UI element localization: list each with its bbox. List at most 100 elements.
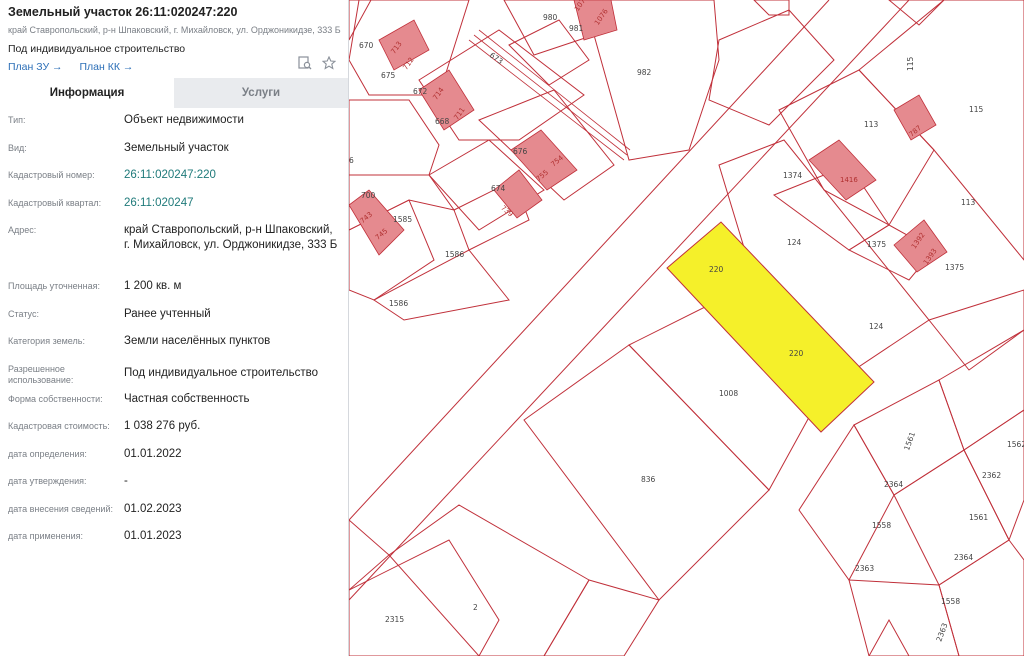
parcel-label: 1586 <box>389 299 408 308</box>
parcel-label: 1586 <box>445 250 464 259</box>
cadastral-number-link[interactable]: 26:11:020247:220 <box>124 165 340 183</box>
parcel-label: 836 <box>641 475 656 484</box>
parcel-label: 981 <box>569 24 584 33</box>
parcel-label: 2362 <box>982 471 1001 480</box>
parcel-label: 676 <box>513 147 528 156</box>
field-label: Кадастровый номер: <box>8 170 95 180</box>
page-title: Земельный участок 26:11:020247:220 <box>8 5 238 19</box>
field-value: 01.01.2023 <box>124 530 182 542</box>
parcel-label: 2364 <box>884 480 903 489</box>
field-row-status: Статус: Ранее учтенный <box>0 304 348 332</box>
parcel-label: 220 <box>709 265 724 274</box>
selected-parcel-220 <box>666 221 875 433</box>
parcel-label: 673 <box>488 50 505 66</box>
parcel-label: 674 <box>491 184 506 193</box>
parcel-label: 6 <box>349 156 354 165</box>
plan-zu-link[interactable]: План ЗУ → <box>8 61 63 73</box>
parcel-label: 1008 <box>719 389 738 398</box>
parcel-label: 1558 <box>872 521 891 530</box>
parcel-label: 2363 <box>855 564 874 573</box>
field-label: Площадь уточненная: <box>8 281 100 291</box>
field-label: Адрес: <box>8 225 37 235</box>
field-row-area: Площадь уточненная: 1 200 кв. м <box>0 276 348 304</box>
parcel-label: 1374 <box>783 171 802 180</box>
field-row-cadastral-number: Кадастровый номер: 26:11:020247:220 <box>0 165 348 193</box>
tab-bar: Информация Услуги <box>0 78 348 108</box>
parcel-label: 1585 <box>393 215 412 224</box>
field-value: Ранее учтенный <box>124 307 211 320</box>
field-label: Разрешенное использование: <box>8 363 74 385</box>
panel-header: Земельный участок 26:11:020247:220 край … <box>0 0 348 78</box>
field-value: 1 038 276 руб. <box>124 420 201 432</box>
parcel-label: 700 <box>361 191 376 200</box>
parcel-label: 668 <box>435 117 450 126</box>
field-row-ownership: Форма собственности: Частная собственнос… <box>0 389 348 417</box>
field-row-kind: Вид: Земельный участок <box>0 138 348 166</box>
field-label: дата определения: <box>8 448 87 459</box>
parcel-label: 2364 <box>954 553 973 562</box>
parcel-label: 980 <box>543 13 558 22</box>
field-label: Категория земель: <box>8 336 85 346</box>
field-label: дата внесения сведений: <box>8 503 113 514</box>
field-row-permitted-use: Разрешенное использование: Под индивидуа… <box>0 359 348 389</box>
report-search-icon[interactable] <box>298 56 312 70</box>
field-label: Кадастровая стоимость: <box>8 421 110 431</box>
parcel-label: 1561 <box>969 513 988 522</box>
tab-info[interactable]: Информация <box>0 78 174 108</box>
field-value: 01.01.2022 <box>124 447 182 460</box>
parcel-label: 1558 <box>941 597 960 606</box>
field-row-type: Тип: Объект недвижимости <box>0 110 348 138</box>
field-row-address: Адрес: край Ставропольский, р-н Шпаковск… <box>0 220 348 276</box>
address-subtitle: край Ставропольский, р-н Шпаковский, г. … <box>8 25 341 35</box>
parcel-label: 2315 <box>385 615 404 624</box>
field-row-date-approval: дата утверждения: - <box>0 471 348 499</box>
parcel-label: 675 <box>381 71 396 80</box>
field-label: Вид: <box>8 142 27 153</box>
building-label: 1416 <box>840 176 858 184</box>
field-value: - <box>124 475 128 487</box>
plan-kk-link[interactable]: План КК → <box>79 61 133 73</box>
parcel-label: 1561 <box>902 430 917 451</box>
parcel-label: 1375 <box>945 263 964 272</box>
cadastral-quarter-link[interactable]: 26:11:020247 <box>124 193 340 211</box>
building-1392 <box>893 219 948 273</box>
field-label: Кадастровый квартал: <box>8 197 102 208</box>
parcel-label: 982 <box>637 68 652 77</box>
field-row-date-determination: дата определения: 01.01.2022 <box>0 444 348 472</box>
field-value: Земли населённых пунктов <box>124 335 271 347</box>
parcel-label: 115 <box>969 105 984 114</box>
field-row-land-category: Категория земель: Земли населённых пункт… <box>0 331 348 359</box>
field-value: Частная собственность <box>124 392 250 405</box>
parcel-label: 124 <box>787 238 802 247</box>
field-value: край Ставропольский, р-н Шпаковский, г. … <box>124 224 338 251</box>
field-row-date-application: дата применения: 01.01.2023 <box>0 526 348 554</box>
field-label: Форма собственности: <box>8 393 103 404</box>
parcel-label: 1375 <box>867 240 886 249</box>
field-row-date-entry: дата внесения сведений: 01.02.2023 <box>0 499 348 527</box>
parcel-label: 220 <box>789 349 804 358</box>
field-label: Статус: <box>8 308 39 319</box>
parcel-label: 113 <box>961 198 976 207</box>
field-value: Под индивидуальное строительство <box>124 366 319 379</box>
tab-services[interactable]: Услуги <box>174 78 348 108</box>
field-label: Тип: <box>8 115 26 125</box>
parcel-label: 124 <box>869 322 884 331</box>
parcel-label: 2 <box>473 603 478 612</box>
field-value: 01.02.2023 <box>124 502 182 515</box>
field-row-cadastral-quarter: Кадастровый квартал: 26:11:020247 <box>0 193 348 221</box>
cadastral-map[interactable]: 220 220 124 124 1008 836 113 113 115 115… <box>349 0 1024 656</box>
properties-list: Тип: Объект недвижимости Вид: Земельный … <box>0 108 348 554</box>
purpose-text: Под индивидуальное строительство <box>8 43 186 55</box>
field-row-cadastral-value: Кадастровая стоимость: 1 038 276 руб. <box>0 416 348 444</box>
field-value: Объект недвижимости <box>124 114 244 126</box>
star-icon[interactable] <box>321 55 337 70</box>
parcel-label: 670 <box>359 41 374 50</box>
field-value: Земельный участок <box>124 141 229 154</box>
field-value: 1 200 кв. м <box>124 280 182 292</box>
field-label: дата утверждения: <box>8 476 87 486</box>
parcel-label: 113 <box>864 120 879 129</box>
parcel-label: 2363 <box>934 622 949 643</box>
parcel-label: 1562 <box>1007 440 1024 449</box>
parcel-label: 115 <box>906 56 915 71</box>
field-label: дата применения: <box>8 531 84 541</box>
